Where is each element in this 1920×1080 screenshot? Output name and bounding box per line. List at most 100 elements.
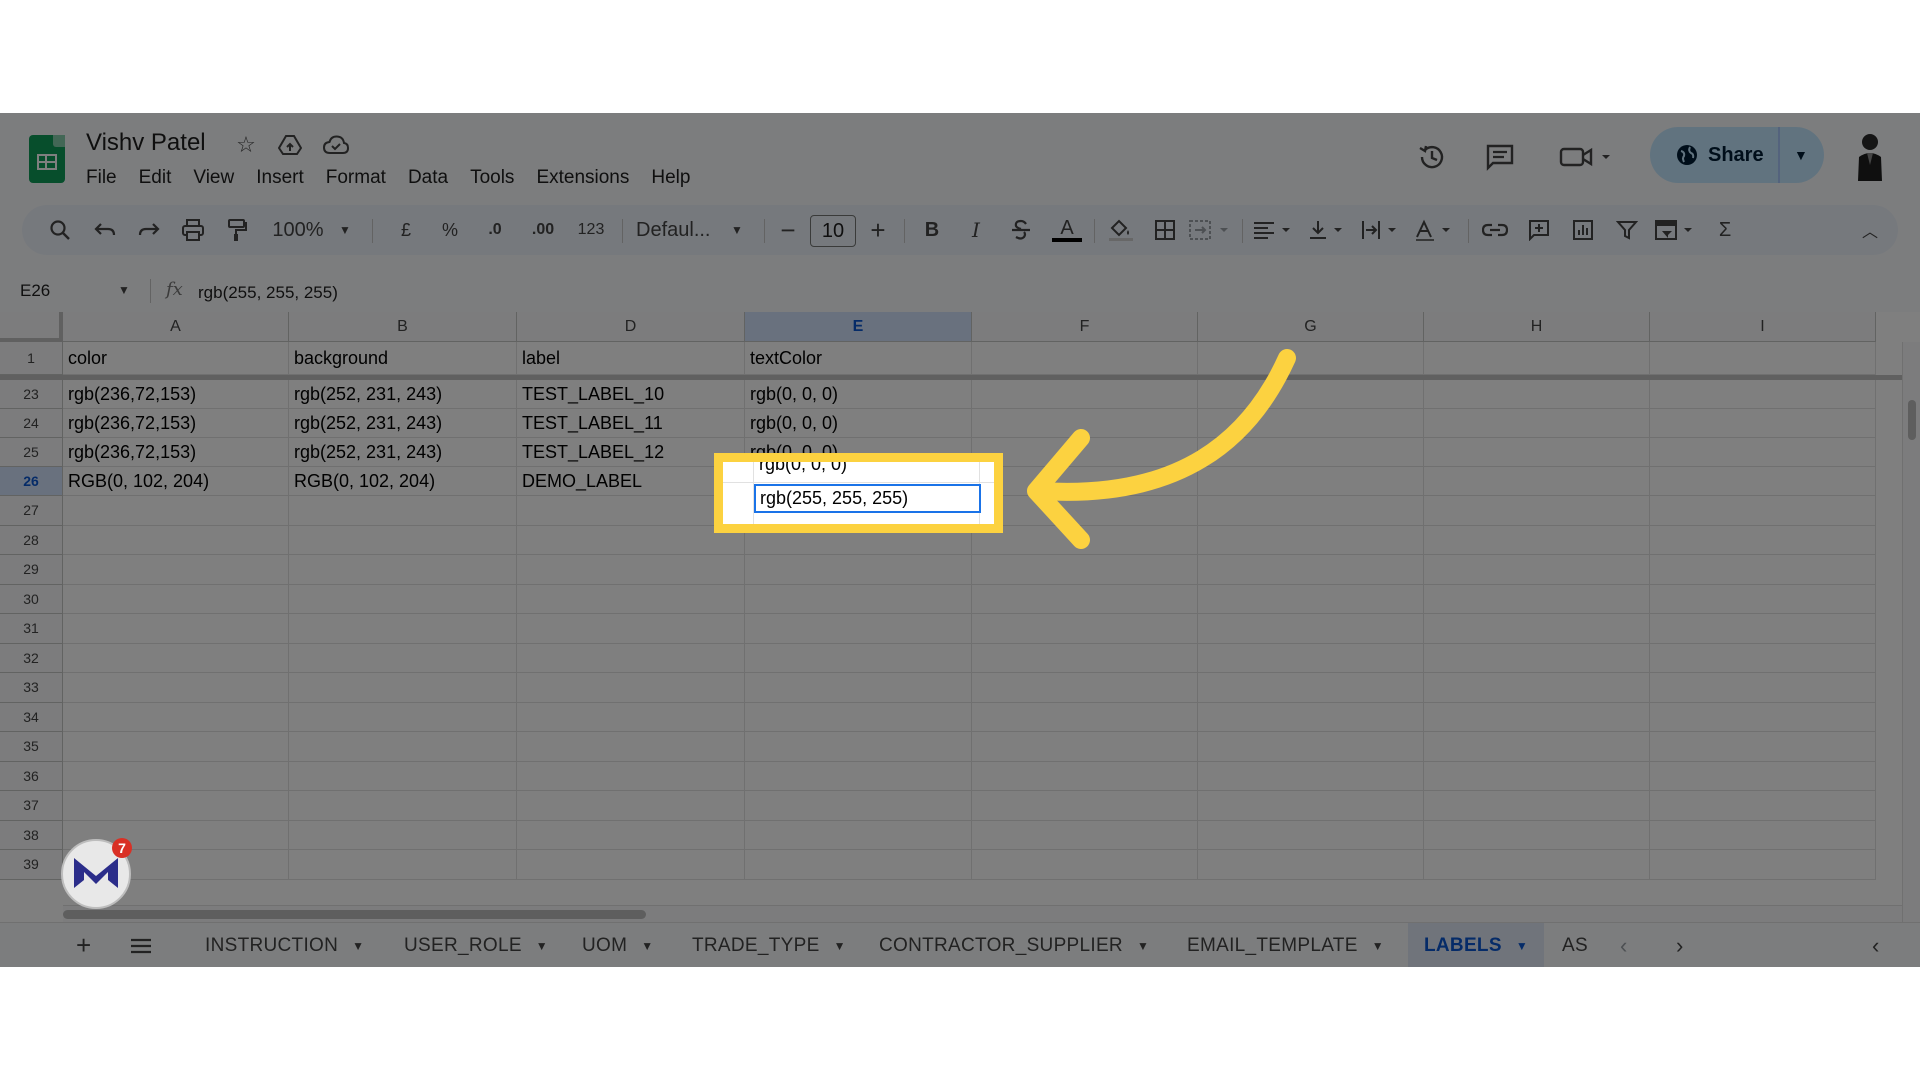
add-sheet-icon[interactable]: + [76, 923, 91, 967]
cell-e30[interactable] [745, 584, 972, 614]
scroll-tabs-right-icon[interactable]: › [1676, 923, 1684, 967]
sheet-tab-menu-icon[interactable]: ▼ [352, 939, 364, 953]
cell-d32[interactable] [517, 643, 745, 673]
cell-h39[interactable] [1424, 850, 1650, 880]
document-title[interactable]: Vishv Patel [86, 129, 206, 157]
cell-g30[interactable] [1198, 584, 1424, 614]
row-header-33[interactable]: 33 [0, 673, 63, 703]
cell-f37[interactable] [972, 791, 1198, 821]
cell-h1[interactable] [1424, 342, 1650, 375]
decrease-decimal-button[interactable]: .0 [480, 205, 510, 255]
column-header-g[interactable]: G [1198, 312, 1424, 342]
cell-e33[interactable] [745, 673, 972, 703]
sheet-tab-instruction[interactable]: INSTRUCTION ▼ [205, 923, 364, 967]
cell-e36[interactable] [745, 761, 972, 791]
horizontal-scrollbar[interactable] [63, 905, 1902, 922]
highlighted-cell[interactable]: rgb(255, 255, 255) [754, 484, 981, 513]
cell-f39[interactable] [972, 850, 1198, 880]
cell-h32[interactable] [1424, 643, 1650, 673]
cell-f26[interactable] [972, 467, 1198, 496]
cell-d26[interactable]: DEMO_LABEL [517, 467, 745, 496]
cell-f23[interactable] [972, 380, 1198, 409]
cell-i37[interactable] [1650, 791, 1876, 821]
cell-e24[interactable]: rgb(0, 0, 0) [745, 409, 972, 438]
row-header-30[interactable]: 30 [0, 584, 63, 614]
increase-font-size-icon[interactable]: + [868, 205, 888, 255]
cell-i26[interactable] [1650, 467, 1876, 496]
row-header-31[interactable]: 31 [0, 614, 63, 644]
cell-d39[interactable] [517, 850, 745, 880]
increase-decimal-button[interactable]: .00 [526, 205, 560, 255]
sheet-tab-menu-icon[interactable]: ▼ [1372, 939, 1384, 953]
cell-b30[interactable] [289, 584, 517, 614]
cell-e32[interactable] [745, 643, 972, 673]
sheets-logo-icon[interactable] [29, 135, 65, 183]
sheet-tab-menu-icon[interactable]: ▼ [834, 939, 846, 953]
cell-h37[interactable] [1424, 791, 1650, 821]
cell-h30[interactable] [1424, 584, 1650, 614]
cell-i1[interactable] [1650, 342, 1876, 375]
print-icon[interactable] [178, 205, 208, 255]
menu-insert[interactable]: Insert [245, 167, 315, 189]
cell-i29[interactable] [1650, 555, 1876, 585]
move-to-drive-icon[interactable] [276, 131, 304, 159]
menu-data[interactable]: Data [397, 167, 459, 189]
cell-e31[interactable] [745, 614, 972, 644]
cell-f32[interactable] [972, 643, 1198, 673]
row-header-25[interactable]: 25 [0, 438, 63, 467]
font-select[interactable]: Defaul... [636, 205, 736, 255]
column-header-b[interactable]: B [289, 312, 517, 342]
row-header-35[interactable]: 35 [0, 732, 63, 762]
row-header-27[interactable]: 27 [0, 496, 63, 526]
vertical-scroll-thumb[interactable] [1908, 400, 1916, 440]
cell-f36[interactable] [972, 761, 1198, 791]
horizontal-align-icon[interactable] [1252, 205, 1300, 255]
cell-a31[interactable] [63, 614, 289, 644]
sheet-tab-labels[interactable]: LABELS ▼ [1408, 923, 1544, 967]
column-header-i[interactable]: I [1650, 312, 1876, 342]
text-color-button[interactable]: A [1052, 205, 1082, 255]
select-all-corner[interactable] [0, 312, 63, 342]
zoom-select[interactable]: 100% [272, 205, 323, 255]
cell-d27[interactable] [517, 496, 745, 526]
menu-tools[interactable]: Tools [459, 167, 525, 189]
cell-h29[interactable] [1424, 555, 1650, 585]
sheet-tab-as[interactable]: AS [1562, 923, 1596, 967]
frozen-row-divider[interactable] [0, 375, 1902, 380]
row-header-1[interactable]: 1 [0, 342, 63, 375]
cell-i24[interactable] [1650, 409, 1876, 438]
filter-icon[interactable] [1612, 205, 1642, 255]
cell-g26[interactable] [1198, 467, 1424, 496]
cell-f25[interactable] [972, 438, 1198, 467]
cell-g32[interactable] [1198, 643, 1424, 673]
strikethrough-icon[interactable] [1008, 205, 1034, 255]
cell-d34[interactable] [517, 702, 745, 732]
row-header-37[interactable]: 37 [0, 791, 63, 821]
cell-b33[interactable] [289, 673, 517, 703]
cell-b39[interactable] [289, 850, 517, 880]
cell-b37[interactable] [289, 791, 517, 821]
cell-b34[interactable] [289, 702, 517, 732]
column-header-a[interactable]: A [63, 312, 289, 342]
merge-cells-icon[interactable] [1188, 205, 1234, 255]
all-sheets-icon[interactable] [130, 923, 152, 967]
cell-d36[interactable] [517, 761, 745, 791]
cell-i34[interactable] [1650, 702, 1876, 732]
insert-comment-icon[interactable] [1524, 205, 1554, 255]
sheet-tab-user-role[interactable]: USER_ROLE ▼ [404, 923, 548, 967]
cell-i30[interactable] [1650, 584, 1876, 614]
cloud-saved-icon[interactable] [322, 131, 350, 159]
sheet-tab-menu-icon[interactable]: ▼ [1516, 939, 1528, 953]
cell-a23[interactable]: rgb(236,72,153) [63, 380, 289, 409]
search-icon[interactable] [44, 205, 76, 255]
cell-d30[interactable] [517, 584, 745, 614]
row-header-23[interactable]: 23 [0, 380, 63, 409]
cell-f28[interactable] [972, 525, 1198, 555]
row-header-32[interactable]: 32 [0, 643, 63, 673]
vertical-align-icon[interactable] [1308, 205, 1352, 255]
cell-i35[interactable] [1650, 732, 1876, 762]
row-header-29[interactable]: 29 [0, 555, 63, 585]
vertical-scrollbar[interactable] [1902, 342, 1920, 922]
italic-button[interactable]: I [964, 205, 988, 255]
cell-a30[interactable] [63, 584, 289, 614]
